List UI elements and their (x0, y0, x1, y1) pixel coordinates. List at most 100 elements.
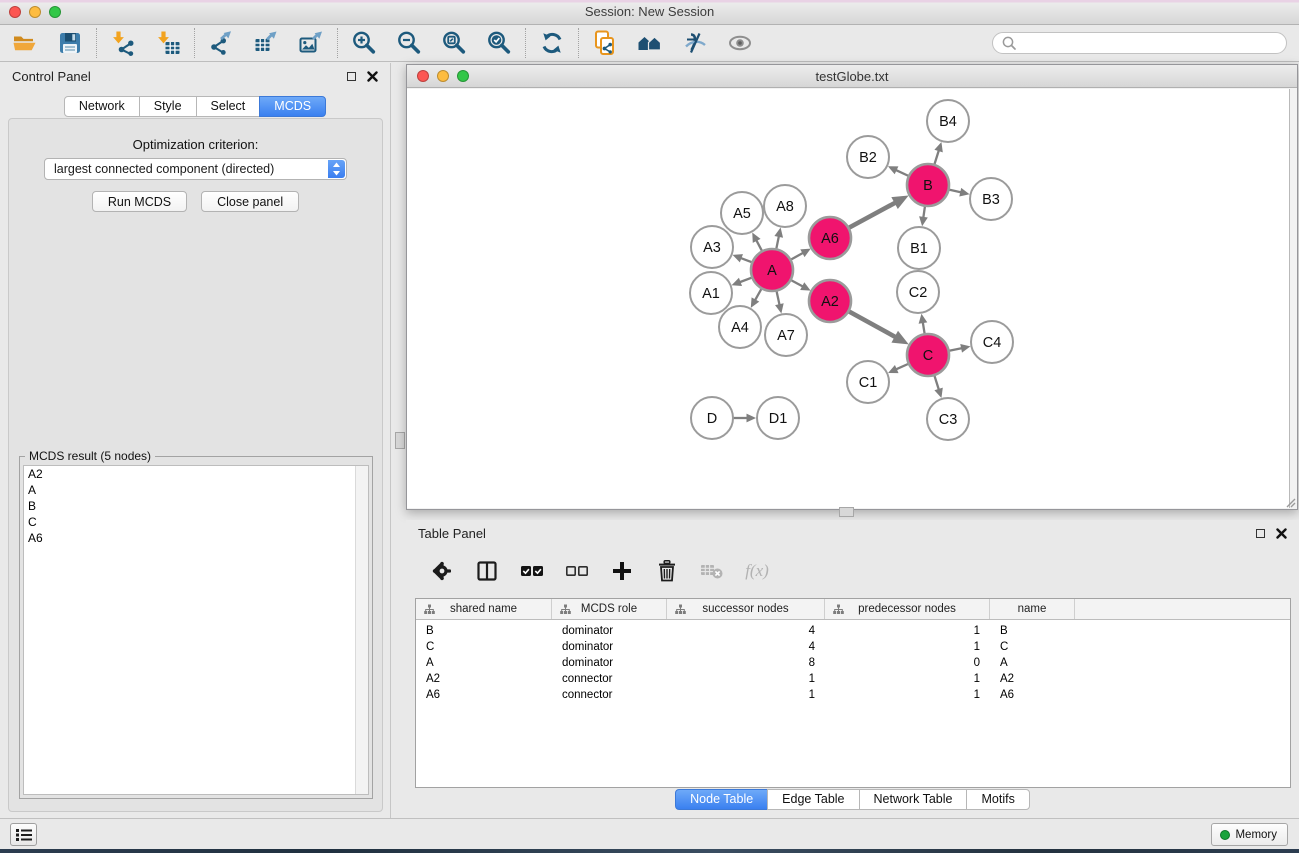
mcds-result-item[interactable]: A6 (24, 530, 368, 546)
graph-edge-A-A7[interactable] (776, 291, 779, 306)
memory-button[interactable]: Memory (1211, 823, 1288, 846)
unselect-all-columns-button[interactable] (565, 559, 589, 583)
table-cell[interactable]: 1 (667, 673, 825, 685)
table-cell[interactable]: 1 (825, 625, 990, 637)
column-header-name[interactable]: name (990, 599, 1075, 619)
zoom-selected-button[interactable] (486, 30, 512, 56)
import-network-button[interactable] (110, 30, 136, 56)
criterion-select[interactable]: largest connected component (directed) (44, 158, 347, 180)
scrollbar-track[interactable] (355, 466, 368, 794)
tab-mcds[interactable]: MCDS (259, 96, 326, 117)
graph-edge-A-A3[interactable] (740, 258, 752, 263)
mcds-result-item[interactable]: A2 (24, 466, 368, 482)
mcds-result-item[interactable]: C (24, 514, 368, 530)
float-panel-icon[interactable] (1256, 529, 1265, 538)
float-panel-icon[interactable] (347, 72, 356, 81)
graphics-details-eye-button[interactable] (727, 30, 753, 56)
save-session-button[interactable] (57, 30, 83, 56)
add-column-button[interactable] (610, 559, 634, 583)
graph-edge-B-B1[interactable] (923, 206, 925, 218)
close-panel-icon[interactable] (1276, 528, 1287, 539)
table-cell[interactable]: connector (552, 673, 667, 685)
graph-edge-A-A2[interactable] (791, 280, 804, 287)
delete-columns-button[interactable] (655, 559, 679, 583)
graph-edge-C-C1[interactable] (896, 364, 909, 370)
tab-select[interactable]: Select (196, 96, 261, 117)
table-cell[interactable]: 4 (667, 641, 825, 653)
export-table-button[interactable] (253, 30, 279, 56)
network-canvas[interactable]: B4B2BB3B1A5A8A6A3AA1A2A4A7C2C4CC1C3DD1 (407, 89, 1290, 508)
table-settings-button[interactable] (430, 559, 454, 583)
table-cell[interactable]: dominator (552, 625, 667, 637)
table-cell[interactable]: A6 (990, 689, 1075, 701)
tab-node-table[interactable]: Node Table (675, 789, 768, 810)
task-history-button[interactable] (10, 823, 37, 846)
table-cell[interactable]: dominator (552, 657, 667, 669)
graph-edge-A2-C[interactable] (848, 311, 895, 337)
table-cell[interactable]: A2 (990, 673, 1075, 685)
hide-panels-button[interactable] (637, 30, 663, 56)
zoom-in-button[interactable] (351, 30, 377, 56)
graph-edge-C-C2[interactable] (923, 322, 925, 334)
column-header-successor-nodes[interactable]: successor nodes (667, 599, 825, 619)
open-session-button[interactable] (12, 30, 38, 56)
tab-motifs[interactable]: Motifs (966, 789, 1029, 810)
table-cell[interactable]: A6 (416, 689, 552, 701)
vertical-splitter-handle[interactable] (395, 432, 405, 449)
mcds-result-list[interactable]: A2ABCA6 (23, 465, 369, 795)
zoom-fit-button[interactable] (441, 30, 467, 56)
network-window-titlebar[interactable]: testGlobe.txt (407, 65, 1297, 88)
table-row[interactable]: Cdominator41C (416, 639, 1290, 655)
search-input[interactable] (1022, 36, 1278, 50)
table-cell[interactable]: 1 (667, 689, 825, 701)
table-cell[interactable]: B (416, 625, 552, 637)
graph-edge-A-A8[interactable] (776, 236, 779, 250)
graph-edge-B-B4[interactable] (934, 150, 939, 165)
refresh-view-button[interactable] (539, 30, 565, 56)
column-header-shared-name[interactable]: shared name (416, 599, 552, 619)
table-cell[interactable]: 4 (667, 625, 825, 637)
horizontal-splitter-handle[interactable] (839, 507, 854, 517)
run-mcds-button[interactable]: Run MCDS (92, 191, 187, 212)
graph-edge-B-B3[interactable] (948, 190, 961, 193)
table-cell[interactable]: 1 (825, 689, 990, 701)
import-table-button[interactable] (155, 30, 181, 56)
table-cell[interactable]: connector (552, 689, 667, 701)
select-all-columns-button[interactable] (520, 559, 544, 583)
close-panel-icon[interactable] (367, 71, 378, 82)
graph-edge-B-B2[interactable] (896, 170, 909, 176)
resize-grip-icon[interactable] (1284, 496, 1296, 508)
table-row[interactable]: Bdominator41B (416, 623, 1290, 639)
table-row[interactable]: Adominator80A (416, 655, 1290, 671)
close-panel-button[interactable]: Close panel (201, 191, 299, 212)
export-network-button[interactable] (208, 30, 234, 56)
tab-network-table[interactable]: Network Table (859, 789, 968, 810)
table-cell[interactable]: A (416, 657, 552, 669)
delete-table-button[interactable] (700, 559, 724, 583)
graph-edge-A-A6[interactable] (790, 253, 803, 260)
table-cell[interactable]: 8 (667, 657, 825, 669)
table-row[interactable]: A2connector11A2 (416, 671, 1290, 687)
show-hide-graphics-details-button[interactable] (682, 30, 708, 56)
table-row[interactable]: A6connector11A6 (416, 687, 1290, 703)
table-cell[interactable]: C (990, 641, 1075, 653)
table-cell[interactable]: 1 (825, 641, 990, 653)
tab-style[interactable]: Style (139, 96, 197, 117)
table-cell[interactable]: 1 (825, 673, 990, 685)
table-cell[interactable]: A (990, 657, 1075, 669)
zoom-out-button[interactable] (396, 30, 422, 56)
new-network-from-selection-button[interactable] (592, 30, 618, 56)
show-columns-button[interactable] (475, 559, 499, 583)
graph-edge-A-A4[interactable] (755, 288, 762, 300)
export-image-button[interactable] (298, 30, 324, 56)
table-cell[interactable]: B (990, 625, 1075, 637)
table-cell[interactable]: C (416, 641, 552, 653)
graph-edge-C-C3[interactable] (934, 375, 939, 390)
mcds-result-item[interactable]: B (24, 498, 368, 514)
column-header-predecessor-nodes[interactable]: predecessor nodes (825, 599, 990, 619)
search-field[interactable] (992, 32, 1287, 54)
function-builder-button[interactable]: f(x) (745, 559, 769, 583)
graph-edge-C-C4[interactable] (949, 348, 963, 351)
graph-edge-A6-B[interactable] (848, 203, 895, 228)
table-cell[interactable]: 0 (825, 657, 990, 669)
